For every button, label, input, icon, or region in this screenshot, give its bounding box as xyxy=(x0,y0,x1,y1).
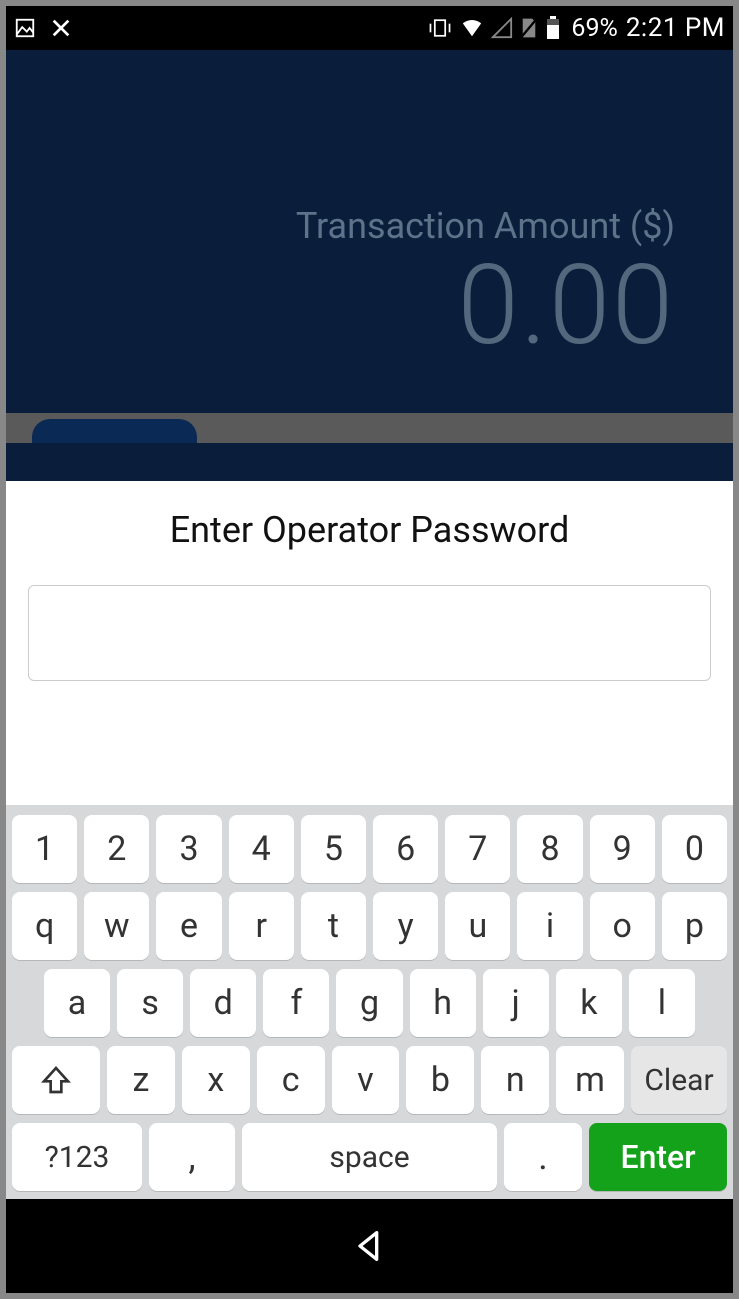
key-d[interactable]: d xyxy=(190,969,256,1037)
keyboard-row-bottom: ?123 , space . Enter xyxy=(12,1123,727,1191)
image-icon xyxy=(14,17,36,39)
sim-off-icon xyxy=(519,17,539,39)
keyboard-row-numbers: 1234567890 xyxy=(12,815,727,883)
mode-key[interactable]: ?123 xyxy=(12,1123,142,1191)
key-2[interactable]: 2 xyxy=(84,815,149,883)
key-7[interactable]: 7 xyxy=(445,815,510,883)
key-k[interactable]: k xyxy=(556,969,622,1037)
key-1[interactable]: 1 xyxy=(12,815,77,883)
clear-key[interactable]: Clear xyxy=(631,1046,727,1114)
device-frame: 69% 2:21 PM Transaction Amount ($) 0.00 … xyxy=(0,0,739,1299)
key-x[interactable]: x xyxy=(182,1046,250,1114)
battery-percent: 69% xyxy=(571,14,617,43)
nav-bar xyxy=(6,1199,733,1293)
key-5[interactable]: 5 xyxy=(301,815,366,883)
cell-empty-icon xyxy=(491,17,513,39)
key-3[interactable]: 3 xyxy=(156,815,221,883)
dialog-title: Enter Operator Password xyxy=(28,509,711,551)
shift-key[interactable] xyxy=(12,1046,100,1114)
key-a[interactable]: a xyxy=(44,969,110,1037)
key-w[interactable]: w xyxy=(84,892,149,960)
enter-key[interactable]: Enter xyxy=(589,1123,727,1191)
key-f[interactable]: f xyxy=(263,969,329,1037)
wifi-icon xyxy=(459,17,485,39)
back-icon[interactable] xyxy=(350,1226,390,1266)
clock: 2:21 PM xyxy=(626,13,725,43)
key-n[interactable]: n xyxy=(481,1046,549,1114)
keyboard-row-asdf: asdfghjkl xyxy=(12,969,727,1037)
password-input[interactable] xyxy=(28,585,711,681)
key-y[interactable]: y xyxy=(373,892,438,960)
key-c[interactable]: c xyxy=(257,1046,325,1114)
key-z[interactable]: z xyxy=(107,1046,175,1114)
app-lower-bar xyxy=(6,413,733,443)
status-bar: 69% 2:21 PM xyxy=(6,6,733,50)
key-9[interactable]: 9 xyxy=(590,815,655,883)
key-b[interactable]: b xyxy=(406,1046,474,1114)
key-r[interactable]: r xyxy=(229,892,294,960)
key-q[interactable]: q xyxy=(12,892,77,960)
amount-value: 0.00 xyxy=(6,251,675,361)
keyboard-row-zxcv: zxcvbnmClear xyxy=(12,1046,727,1114)
key-h[interactable]: h xyxy=(410,969,476,1037)
key-l[interactable]: l xyxy=(629,969,695,1037)
password-dialog: Enter Operator Password 1234567890 qwert… xyxy=(6,481,733,1199)
key-s[interactable]: s xyxy=(117,969,183,1037)
status-left xyxy=(14,17,72,39)
key-8[interactable]: 8 xyxy=(517,815,582,883)
key-v[interactable]: v xyxy=(332,1046,400,1114)
space-key[interactable]: space xyxy=(242,1123,497,1191)
battery-icon xyxy=(545,16,561,40)
key-p[interactable]: p xyxy=(662,892,727,960)
status-right: 69% 2:21 PM xyxy=(427,13,725,43)
screen: 69% 2:21 PM Transaction Amount ($) 0.00 … xyxy=(6,6,733,1293)
key-o[interactable]: o xyxy=(590,892,655,960)
key-t[interactable]: t xyxy=(301,892,366,960)
key-4[interactable]: 4 xyxy=(229,815,294,883)
vibrate-icon xyxy=(427,17,453,39)
keyboard-row-qwerty: qwertyuiop xyxy=(12,892,727,960)
key-6[interactable]: 6 xyxy=(373,815,438,883)
cross-icon xyxy=(50,17,72,39)
comma-key[interactable]: , xyxy=(149,1123,235,1191)
period-key[interactable]: . xyxy=(504,1123,582,1191)
key-m[interactable]: m xyxy=(556,1046,624,1114)
key-e[interactable]: e xyxy=(156,892,221,960)
key-0[interactable]: 0 xyxy=(662,815,727,883)
key-u[interactable]: u xyxy=(445,892,510,960)
key-g[interactable]: g xyxy=(336,969,402,1037)
keyboard: 1234567890 qwertyuiop asdfghjkl zxcvbnmC… xyxy=(6,805,733,1199)
key-j[interactable]: j xyxy=(483,969,549,1037)
key-i[interactable]: i xyxy=(517,892,582,960)
